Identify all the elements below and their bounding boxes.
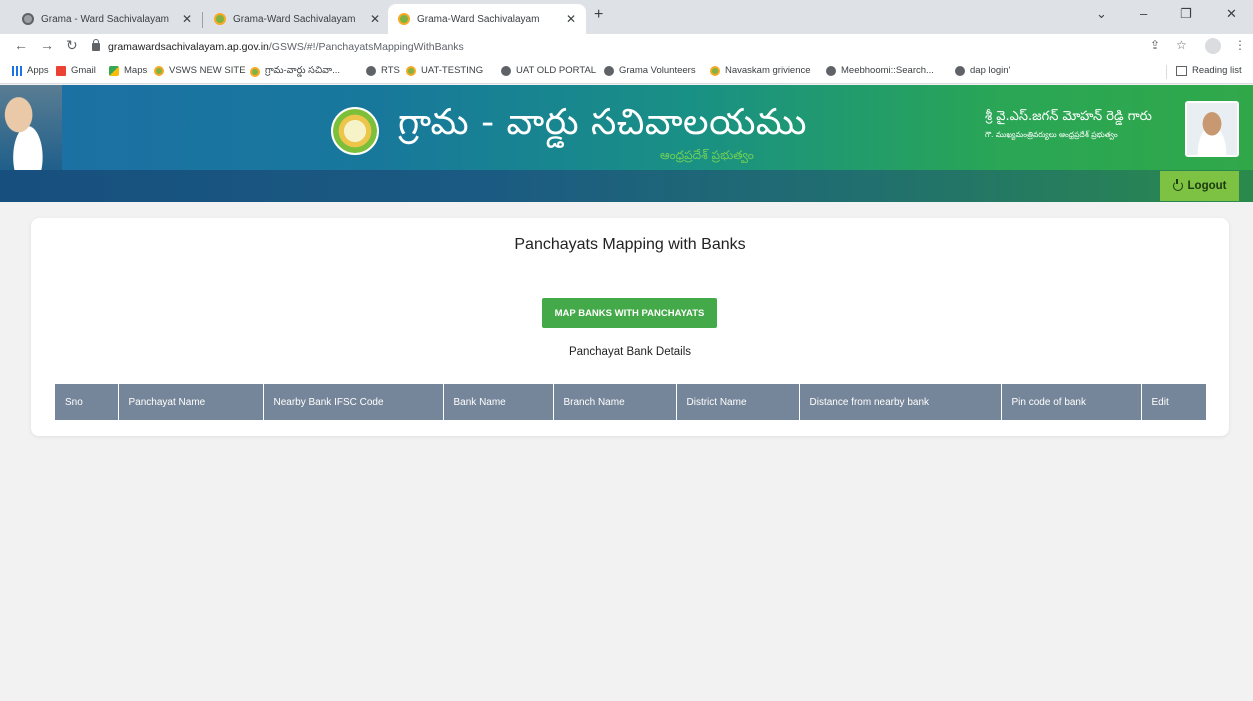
table-title: Panchayat Bank Details bbox=[568, 346, 692, 358]
column-header-sno[interactable]: Sno bbox=[55, 384, 119, 420]
close-icon[interactable]: ✕ bbox=[566, 12, 576, 26]
restore-icon[interactable]: ❐ bbox=[1180, 6, 1192, 22]
bookmark-label: Meebhoomi::Search... bbox=[841, 65, 934, 76]
map-banks-button[interactable]: MAP BANKS WITH PANCHAYATS bbox=[542, 298, 717, 328]
browser-tab-strip: Grama - Ward Sachivalayam ✕ Grama-Ward S… bbox=[0, 0, 1253, 34]
logout-button[interactable]: Logout bbox=[1160, 171, 1239, 201]
bookmark-label: గ్రామ-వార్డు సచివా... bbox=[265, 65, 341, 76]
bookmark-label: Gmail bbox=[71, 65, 96, 76]
profile-avatar-icon[interactable] bbox=[1205, 38, 1221, 54]
site-favicon-icon bbox=[250, 66, 260, 77]
url-host: gramawardsachivalayam.ap.gov.in bbox=[108, 41, 269, 53]
reading-list-label: Reading list bbox=[1192, 65, 1242, 76]
bookmarks-bar: Apps Gmail Maps VSWS NEW SITE గ్రామ-వార్… bbox=[0, 60, 1253, 84]
tab-divider bbox=[202, 12, 203, 28]
site-title: గ్రామ - వార్డు సచివాలయము bbox=[398, 102, 807, 143]
site-favicon-icon bbox=[398, 13, 410, 25]
globe-icon bbox=[366, 65, 376, 76]
back-icon[interactable]: ← bbox=[14, 37, 28, 53]
column-header-ifsc-code[interactable]: Nearby Bank IFSC Code bbox=[263, 384, 444, 420]
column-header-distance[interactable]: Distance from nearby bank bbox=[799, 384, 1002, 420]
bookmark-maps[interactable]: Maps bbox=[109, 65, 147, 76]
cm-name: శ్రీ వై.ఎస్.జగన్ మోహన్ రెడ్డి గారు bbox=[985, 109, 1152, 124]
bookmark-uat-old-portal[interactable]: UAT OLD PORTAL bbox=[501, 65, 596, 76]
window-close-icon[interactable]: ✕ bbox=[1226, 6, 1237, 22]
column-header-edit[interactable]: Edit bbox=[1141, 384, 1206, 420]
bookmark-label: RTS bbox=[381, 65, 400, 76]
tab-title: Grama - Ward Sachivalayam bbox=[41, 13, 169, 25]
browser-tab[interactable]: Grama-Ward Sachivalayam ✕ bbox=[204, 4, 390, 34]
bookmark-vsws[interactable]: VSWS NEW SITE bbox=[154, 65, 246, 76]
globe-icon bbox=[604, 65, 614, 76]
site-nav-strip: Logout bbox=[0, 170, 1253, 202]
bookmark-uat-testing[interactable]: UAT-TESTING bbox=[406, 65, 483, 76]
bookmark-dap-login[interactable]: dap login' bbox=[955, 65, 1010, 76]
menu-kebab-icon[interactable]: ⋮ bbox=[1234, 38, 1246, 52]
bookmark-grama-telugu[interactable]: గ్రామ-వార్డు సచివా... bbox=[250, 65, 340, 78]
logout-label: Logout bbox=[1187, 180, 1227, 192]
bookmark-star-icon[interactable]: ☆ bbox=[1176, 38, 1187, 52]
tab-title: Grama-Ward Sachivalayam bbox=[233, 13, 356, 25]
forward-icon[interactable]: → bbox=[40, 37, 54, 53]
browser-toolbar: ← → ↻ gramawardsachivalayam.ap.gov.in/GS… bbox=[0, 34, 1253, 60]
share-icon[interactable]: ⇪ bbox=[1150, 38, 1160, 52]
site-favicon-icon bbox=[406, 65, 416, 76]
column-header-pin-code[interactable]: Pin code of bank bbox=[1001, 384, 1142, 420]
address-bar[interactable]: gramawardsachivalayam.ap.gov.in/GSWS/#!/… bbox=[92, 37, 1132, 57]
bookmark-apps[interactable]: Apps bbox=[12, 65, 49, 76]
column-header-district-name[interactable]: District Name bbox=[676, 384, 800, 420]
close-icon[interactable]: ✕ bbox=[182, 12, 192, 26]
site-favicon-icon bbox=[214, 13, 226, 25]
reload-icon[interactable]: ↻ bbox=[66, 37, 78, 54]
bookmark-label: UAT OLD PORTAL bbox=[516, 65, 597, 76]
column-header-panchayat-name[interactable]: Panchayat Name bbox=[118, 384, 264, 420]
bookmark-meebhoomi[interactable]: Meebhoomi::Search... bbox=[826, 65, 934, 76]
lock-icon bbox=[92, 39, 100, 51]
page-title: Panchayats Mapping with Banks bbox=[514, 236, 746, 253]
panchayat-bank-table: Sno Panchayat Name Nearby Bank IFSC Code… bbox=[55, 384, 1206, 420]
globe-icon bbox=[955, 65, 965, 76]
cm-designation: గౌ. ముఖ్యమంత్రివర్యులు ఆంధ్రప్రదేశ్ ప్రభ… bbox=[985, 130, 1118, 139]
reading-list-icon bbox=[1176, 65, 1187, 76]
new-tab-icon[interactable]: + bbox=[594, 6, 603, 24]
maps-icon bbox=[109, 65, 119, 76]
bookmark-divider bbox=[1166, 65, 1167, 79]
column-header-bank-name[interactable]: Bank Name bbox=[443, 384, 554, 420]
leader-portrait-image bbox=[0, 85, 62, 170]
bookmark-label: Grama Volunteers bbox=[619, 65, 696, 76]
column-header-branch-name[interactable]: Branch Name bbox=[553, 384, 677, 420]
globe-icon bbox=[501, 65, 511, 76]
site-favicon-icon bbox=[710, 65, 720, 76]
bookmark-gmail[interactable]: Gmail bbox=[56, 65, 96, 76]
apps-grid-icon bbox=[12, 65, 22, 76]
url-path: /GSWS/#!/PanchayatsMappingWithBanks bbox=[268, 41, 464, 53]
state-emblem-logo bbox=[331, 107, 379, 155]
bookmark-label: Maps bbox=[124, 65, 148, 76]
gmail-icon bbox=[56, 65, 66, 76]
globe-icon bbox=[826, 65, 836, 76]
bookmark-label: Apps bbox=[27, 65, 49, 76]
bookmark-rts[interactable]: RTS bbox=[366, 65, 400, 76]
table-header-row: Sno Panchayat Name Nearby Bank IFSC Code… bbox=[55, 384, 1206, 420]
browser-tab[interactable]: Grama - Ward Sachivalayam ✕ bbox=[12, 4, 202, 34]
close-icon[interactable]: ✕ bbox=[370, 12, 380, 26]
site-subtitle: ఆంధ్రప్రదేశ్ ప్రభుత్వం bbox=[660, 148, 754, 162]
tab-title: Grama-Ward Sachivalayam bbox=[417, 13, 540, 25]
cm-photo-image bbox=[1185, 101, 1239, 157]
bookmark-navaskam[interactable]: Navaskam grivience bbox=[710, 65, 811, 76]
browser-tab-active[interactable]: Grama-Ward Sachivalayam ✕ bbox=[388, 4, 586, 34]
reading-list-button[interactable]: Reading list bbox=[1176, 65, 1242, 76]
minimize-icon[interactable]: – bbox=[1140, 6, 1147, 21]
bookmark-label: dap login' bbox=[970, 65, 1011, 76]
site-header-banner: గ్రామ - వార్డు సచివాలయము ఆంధ్రప్రదేశ్ ప్… bbox=[0, 85, 1253, 170]
tab-search-icon[interactable]: ⌄ bbox=[1096, 6, 1107, 22]
bookmark-label: VSWS NEW SITE bbox=[169, 65, 246, 76]
bookmark-label: UAT-TESTING bbox=[421, 65, 484, 76]
bookmark-grama-volunteers[interactable]: Grama Volunteers bbox=[604, 65, 696, 76]
site-favicon-icon bbox=[154, 65, 164, 76]
content-card: Panchayats Mapping with Banks MAP BANKS … bbox=[31, 218, 1229, 436]
power-icon bbox=[1172, 179, 1183, 191]
site-favicon-icon bbox=[22, 13, 34, 25]
bookmark-label: Navaskam grivience bbox=[725, 65, 811, 76]
